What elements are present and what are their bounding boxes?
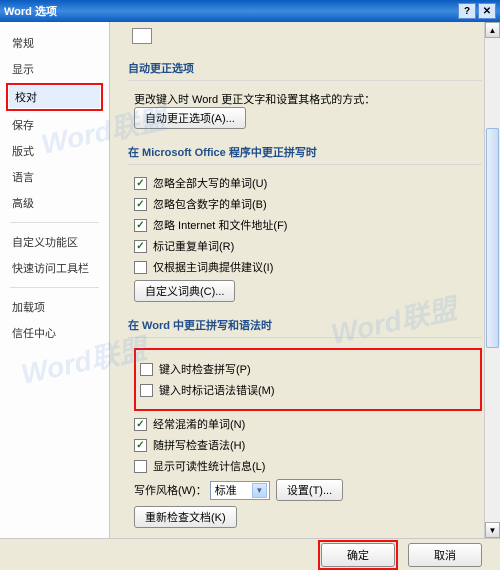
sidebar-item-proofing[interactable]: 校对 bbox=[9, 86, 100, 108]
sidebar-item-general[interactable]: 常规 bbox=[0, 30, 109, 56]
chk-mark-grammar-typing[interactable] bbox=[140, 384, 153, 397]
chk-confused-words[interactable] bbox=[134, 418, 147, 431]
recheck-doc-button[interactable]: 重新检查文档(K) bbox=[134, 506, 237, 528]
sidebar-item-save[interactable]: 保存 bbox=[0, 112, 109, 138]
vertical-scrollbar[interactable]: ▲ ▼ bbox=[484, 22, 500, 538]
scroll-up-arrow[interactable]: ▲ bbox=[485, 22, 500, 38]
chk-ignore-uppercase[interactable] bbox=[134, 177, 147, 190]
content-pane: 自动更正选项 更改键入时 Word 更正文字和设置其格式的方式： 自动更正选项(… bbox=[110, 22, 500, 538]
cancel-button[interactable]: 取消 bbox=[408, 543, 482, 567]
chk-flag-repeated[interactable] bbox=[134, 240, 147, 253]
chk-grammar-with-spelling[interactable] bbox=[134, 439, 147, 452]
scroll-down-arrow[interactable]: ▼ bbox=[485, 522, 500, 538]
ok-button[interactable]: 确定 bbox=[321, 543, 395, 567]
custom-dict-button[interactable]: 自定义词典(C)... bbox=[134, 280, 235, 302]
settings-button[interactable]: 设置(T)... bbox=[276, 479, 343, 501]
chevron-down-icon: ▼ bbox=[252, 483, 267, 498]
sidebar-item-display[interactable]: 显示 bbox=[0, 56, 109, 82]
sidebar-item-customize-ribbon[interactable]: 自定义功能区 bbox=[0, 229, 109, 255]
chk-readability-stats[interactable] bbox=[134, 460, 147, 473]
titlebar: Word 选项 ? ✕ bbox=[0, 0, 500, 22]
highlight-spellgrammar: 键入时检查拼写(P) 键入时标记语法错误(M) bbox=[134, 348, 482, 411]
chk-check-spelling-typing[interactable] bbox=[140, 363, 153, 376]
window-title: Word 选项 bbox=[4, 3, 57, 19]
sidebar-item-language[interactable]: 语言 bbox=[0, 164, 109, 190]
scroll-thumb[interactable] bbox=[486, 128, 499, 348]
sidebar-item-trust-center[interactable]: 信任中心 bbox=[0, 320, 109, 346]
sidebar-item-qat[interactable]: 快速访问工具栏 bbox=[0, 255, 109, 281]
writing-style-label: 写作风格(W)： bbox=[134, 482, 207, 498]
sidebar-item-advanced[interactable]: 高级 bbox=[0, 190, 109, 216]
autocorrect-options-button[interactable]: 自动更正选项(A)... bbox=[134, 107, 246, 129]
scroll-track[interactable] bbox=[485, 38, 500, 522]
autocorrect-desc: 更改键入时 Word 更正文字和设置其格式的方式： bbox=[134, 91, 375, 107]
icon-strip bbox=[128, 22, 482, 50]
chk-ignore-urls[interactable] bbox=[134, 219, 147, 232]
doc-icon bbox=[132, 28, 152, 44]
section-mso-head: 在 Microsoft Office 程序中更正拼写时 bbox=[128, 134, 482, 165]
sidebar: 常规 显示 校对 保存 版式 语言 高级 自定义功能区 快速访问工具栏 加载项 … bbox=[0, 22, 110, 538]
close-button[interactable]: ✕ bbox=[478, 3, 496, 19]
sidebar-item-layout[interactable]: 版式 bbox=[0, 138, 109, 164]
section-wordcheck-head: 在 Word 中更正拼写和语法时 bbox=[128, 307, 482, 338]
help-button[interactable]: ? bbox=[458, 3, 476, 19]
writing-style-dropdown[interactable]: 标准 ▼ bbox=[210, 481, 270, 500]
section-autocorrect-head: 自动更正选项 bbox=[128, 50, 482, 81]
sidebar-item-addins[interactable]: 加载项 bbox=[0, 294, 109, 320]
chk-ignore-numbers[interactable] bbox=[134, 198, 147, 211]
dialog-footer: 确定 取消 bbox=[0, 538, 500, 570]
chk-main-dict-only[interactable] bbox=[134, 261, 147, 274]
